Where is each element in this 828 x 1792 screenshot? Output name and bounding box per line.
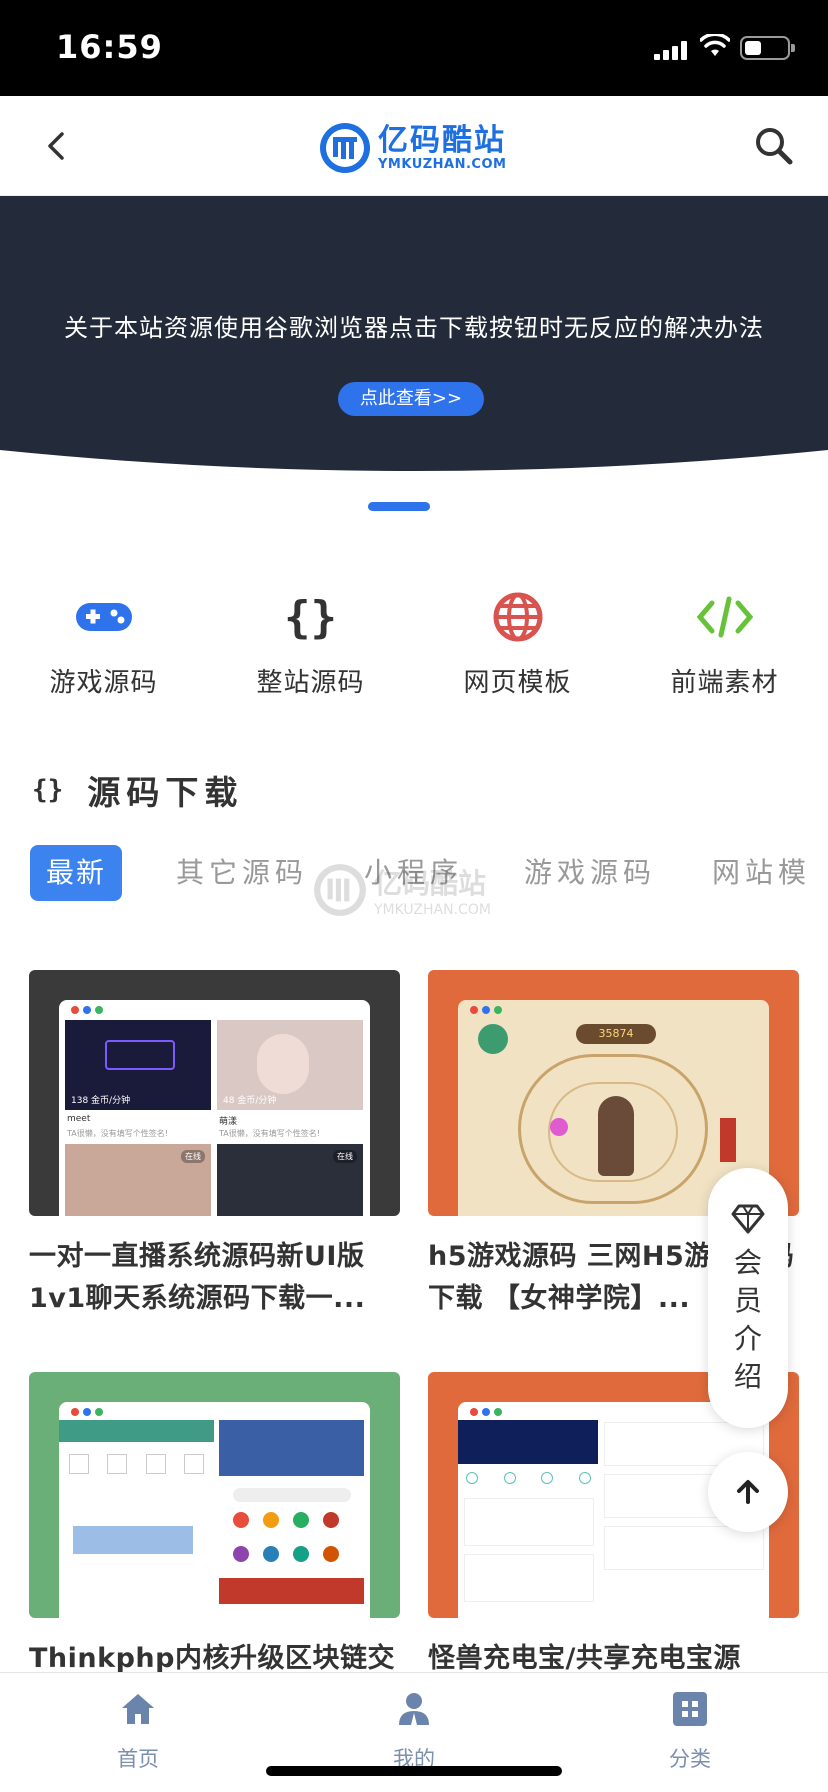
cellular-signal-icon xyxy=(654,40,688,60)
watermark: 亿码酷站 YMKUZHAN.COM xyxy=(312,862,491,918)
logo-domain: YMKUZHAN.COM xyxy=(378,157,507,172)
tab-game-source[interactable]: 游戏源码 xyxy=(524,845,656,901)
braces-icon: {} xyxy=(32,775,64,805)
logo-text: 亿码酷站 xyxy=(378,123,506,158)
category-label: 前端素材 xyxy=(670,668,779,698)
app-header: 亿码酷站 YMKUZHAN.COM xyxy=(0,96,828,196)
search-icon[interactable] xyxy=(750,122,798,170)
category-game-source[interactable]: 游戏源码 xyxy=(0,590,207,699)
banner-view-button[interactable]: 点此查看>> xyxy=(338,382,484,416)
category-site-source[interactable]: {} 整站源码 xyxy=(207,590,414,699)
battery-icon xyxy=(740,36,795,60)
card-thumbnail[interactable]: 138 金币/分钟 48 金币/分钟 meet TA很懒，没有填写个性签名! 萌… xyxy=(29,970,400,1216)
banner-text: 关于本站资源使用谷歌浏览器点击下载按钮时无反应的解决办法 xyxy=(64,314,764,342)
back-to-top-button[interactable] xyxy=(708,1452,788,1532)
tab-site-template[interactable]: 网站模 xyxy=(712,845,811,901)
category-label: 网页模板 xyxy=(463,668,572,698)
member-intro-button[interactable]: 会员介绍 xyxy=(708,1168,788,1428)
category-frontend-assets[interactable]: 前端素材 xyxy=(621,590,828,699)
member-intro-label: 会员介绍 xyxy=(733,1246,762,1393)
category-label: 游戏源码 xyxy=(49,668,158,698)
braces-icon: {} xyxy=(284,591,337,643)
gamepad-icon xyxy=(75,603,132,631)
code-icon xyxy=(696,596,753,638)
home-indicator xyxy=(266,1766,562,1776)
status-bar: 16:59 xyxy=(0,0,828,96)
category-label: 整站源码 xyxy=(256,668,365,698)
section-title: 源码下载 xyxy=(87,773,244,812)
site-logo[interactable]: 亿码酷站 YMKUZHAN.COM xyxy=(318,120,506,176)
nav-label: 首页 xyxy=(117,1747,159,1771)
chevron-left-icon[interactable] xyxy=(36,126,76,166)
globe-icon xyxy=(493,592,542,642)
notice-banner[interactable]: 关于本站资源使用谷歌浏览器点击下载按钮时无反应的解决办法 点此查看>> xyxy=(0,196,828,496)
category-grid: 游戏源码 {} 整站源码 网页模板 前端素材 xyxy=(0,590,828,700)
watermark-logo-icon xyxy=(314,864,366,916)
wifi-icon xyxy=(700,34,730,56)
card-title[interactable]: 一对一直播系统源码新UI版1v1聊天系统源码下载一... xyxy=(29,1236,400,1320)
card-thumbnail[interactable] xyxy=(29,1372,400,1618)
home-icon xyxy=(122,1694,154,1724)
grid-icon xyxy=(673,1692,707,1726)
tab-latest[interactable]: 最新 xyxy=(30,845,123,901)
category-web-template[interactable]: 网页模板 xyxy=(414,590,621,699)
nav-label: 分类 xyxy=(669,1747,711,1771)
source-card[interactable]: Thinkphp内核升级区块链交 xyxy=(29,1372,400,1722)
user-icon xyxy=(399,1693,429,1725)
nav-category[interactable]: 分类 xyxy=(610,1687,770,1773)
nav-home[interactable]: 首页 xyxy=(58,1687,218,1773)
carousel-indicator[interactable] xyxy=(368,502,430,511)
section-header: {} 源码下载 xyxy=(32,770,243,812)
nav-mine[interactable]: 我的 xyxy=(334,1687,494,1773)
status-time: 16:59 xyxy=(56,28,163,66)
arrow-up-icon xyxy=(737,1480,759,1504)
tab-other-source[interactable]: 其它源码 xyxy=(176,845,308,901)
source-card[interactable]: 138 金币/分钟 48 金币/分钟 meet TA很懒，没有填写个性签名! 萌… xyxy=(29,970,400,1320)
diamond-icon xyxy=(731,1204,765,1234)
logo-mark-icon xyxy=(320,123,370,173)
